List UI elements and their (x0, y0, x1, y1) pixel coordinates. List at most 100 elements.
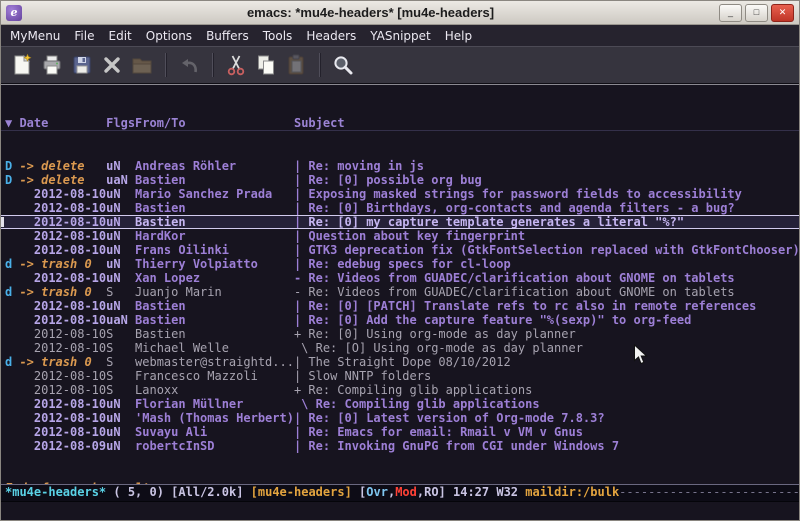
message-mark (5, 439, 19, 453)
message-date: 2012-08-10 (19, 397, 106, 411)
message-subject: Re: Compiling glib applications (316, 397, 799, 411)
emacs-icon: e (6, 5, 22, 21)
thread-separator: - (294, 285, 308, 299)
table-row[interactable]: 2012-08-10uNBastien|Re: [0] Birthdays, o… (1, 201, 799, 215)
close-button[interactable]: ✕ (771, 4, 794, 22)
message-subject: Re: Videos from GUADEC/clarification abo… (308, 285, 799, 299)
toolbar (1, 46, 799, 84)
message-from: Francesco Mazzoli (135, 369, 294, 383)
table-row[interactable]: 2012-08-10uaNBastien|Re: [0] Add the cap… (1, 313, 799, 327)
table-row-current[interactable]: 2012-08-10uNBastien|Re: [0] my capture t… (1, 215, 799, 229)
table-row[interactable]: 2012-08-10SMichael Welle\Re: [O] Using o… (1, 341, 799, 355)
column-header-flags[interactable]: Flgs (106, 115, 135, 130)
message-from: Juanjo Marin (135, 285, 294, 299)
message-mark: d (5, 257, 19, 271)
modeline-ovr: Ovr (366, 485, 388, 499)
save-icon[interactable] (67, 50, 97, 80)
table-row[interactable]: d-> trash 0SJuanjo Marin-Re: Videos from… (1, 285, 799, 299)
message-from: Andreas Röhler (135, 159, 294, 173)
table-row[interactable]: 2012-08-10uNMario Sanchez Prada|Exposing… (1, 187, 799, 201)
table-row[interactable]: 2012-08-10SFrancesco Mazzoli|Slow NNTP f… (1, 369, 799, 383)
table-row[interactable]: 2012-08-10uNBastien|Re: [0] [PATCH] Tran… (1, 299, 799, 313)
menu-yasnippet[interactable]: YASnippet (363, 25, 438, 46)
echo-area[interactable] (1, 502, 799, 520)
message-flags: uN (106, 439, 135, 453)
column-header-date[interactable]: ▼ Date (5, 115, 106, 130)
message-subject: Re: Videos from GUADEC/clarification abo… (308, 271, 799, 285)
message-from: Lanoxx (135, 383, 294, 397)
message-subject: Re: [0] possible org bug (308, 173, 799, 187)
end-of-search-results: End of search results (1, 481, 799, 484)
search-icon[interactable] (328, 50, 358, 80)
column-header-subject[interactable]: Subject (294, 115, 799, 130)
message-from: Bastien (135, 299, 294, 313)
message-flags: uN (106, 397, 135, 411)
message-flags: uN (106, 229, 135, 243)
message-flags: S (106, 355, 135, 369)
open-folder-icon (127, 50, 157, 80)
minimize-button[interactable]: _ (719, 4, 742, 22)
message-subject: Slow NNTP folders (308, 369, 799, 383)
message-action: -> trash 0 (19, 257, 106, 271)
thread-separator: | (294, 229, 308, 243)
mu4e-headers-buffer[interactable]: ▼ Date Flgs From/To Subject D-> deleteuN… (1, 84, 799, 484)
table-row[interactable]: 2012-08-10uNFlorian Müllner\Re: Compilin… (1, 397, 799, 411)
menu-edit[interactable]: Edit (102, 25, 139, 46)
titlebar[interactable]: e emacs: *mu4e-headers* [mu4e-headers] _… (1, 1, 799, 25)
column-header-from[interactable]: From/To (135, 115, 294, 130)
modeline-mode: [mu4e-headers] (251, 485, 352, 499)
message-date: 2012-08-10 (19, 201, 106, 215)
thread-separator: | (294, 355, 308, 369)
modeline[interactable]: *mu4e-headers* ( 5, 0) [All/2.0k] [mu4e-… (1, 484, 799, 502)
message-from: webmaster@straightd... (135, 355, 294, 369)
message-from: 'Mash (Thomas Herbert) (135, 411, 294, 425)
close-icon[interactable] (97, 50, 127, 80)
table-row[interactable]: D-> deleteuaNBastien|Re: [0] possible or… (1, 173, 799, 187)
table-row[interactable]: d-> trash 0Swebmaster@straightd...|The S… (1, 355, 799, 369)
message-from: HardKor (135, 229, 294, 243)
message-subject: Re: [0] Birthdays, org-contacts and agen… (308, 201, 799, 215)
table-row[interactable]: 2012-08-10uNXan Lopez-Re: Videos from GU… (1, 271, 799, 285)
table-row[interactable]: 2012-08-10uNFrans Oilinki|GTK3 deprecati… (1, 243, 799, 257)
message-flags: uN (106, 201, 135, 215)
thread-separator: | (294, 159, 308, 173)
maximize-button[interactable]: □ (745, 4, 768, 22)
message-action: -> delete (19, 173, 106, 187)
message-mark (5, 313, 19, 327)
menu-options[interactable]: Options (139, 25, 199, 46)
message-mark (5, 383, 19, 397)
table-row[interactable]: 2012-08-10uNSuvayu Ali|Re: Emacs for ema… (1, 425, 799, 439)
thread-separator: \ (294, 341, 316, 355)
table-row[interactable]: 2012-08-10uNHardKor|Question about key f… (1, 229, 799, 243)
menu-buffers[interactable]: Buffers (199, 25, 256, 46)
menu-file[interactable]: File (67, 25, 101, 46)
table-row[interactable]: D-> deleteuNAndreas Röhler|Re: moving in… (1, 159, 799, 173)
message-subject: Re: edebug specs for cl-loop (308, 257, 799, 271)
table-row[interactable]: 2012-08-10SLanoxx+Re: Compiling glib app… (1, 383, 799, 397)
message-date: 2012-08-10 (19, 229, 106, 243)
message-date: 2012-08-10 (19, 243, 106, 257)
new-file-icon[interactable] (7, 50, 37, 80)
message-mark (5, 425, 19, 439)
copy-icon[interactable] (251, 50, 281, 80)
table-row[interactable]: 2012-08-09uNrobertcInSD|Re: Invoking Gnu… (1, 439, 799, 453)
message-mark (5, 216, 19, 228)
menu-tools[interactable]: Tools (256, 25, 300, 46)
emacs-frame-body: ▼ Date Flgs From/To Subject D-> deleteuN… (1, 84, 799, 520)
message-flags: uN (106, 411, 135, 425)
menu-headers[interactable]: Headers (299, 25, 363, 46)
table-row[interactable]: d-> trash 0uNThierry Volpiatto|Re: edebu… (1, 257, 799, 271)
message-date: 2012-08-10 (19, 271, 106, 285)
table-row[interactable]: 2012-08-10SBastien+Re: [0] Using org-mod… (1, 327, 799, 341)
message-date: 2012-08-10 (19, 299, 106, 313)
cut-icon[interactable] (221, 50, 251, 80)
thread-separator: + (294, 327, 308, 341)
message-subject: Re: [0] Using org-mode as day planner (308, 327, 799, 341)
menu-help[interactable]: Help (438, 25, 479, 46)
message-mark (5, 327, 19, 341)
message-mark: D (5, 173, 19, 187)
print-icon[interactable] (37, 50, 67, 80)
menu-mymenu[interactable]: MyMenu (3, 25, 67, 46)
message-mark (5, 271, 19, 285)
table-row[interactable]: 2012-08-10uN'Mash (Thomas Herbert)|Re: [… (1, 411, 799, 425)
